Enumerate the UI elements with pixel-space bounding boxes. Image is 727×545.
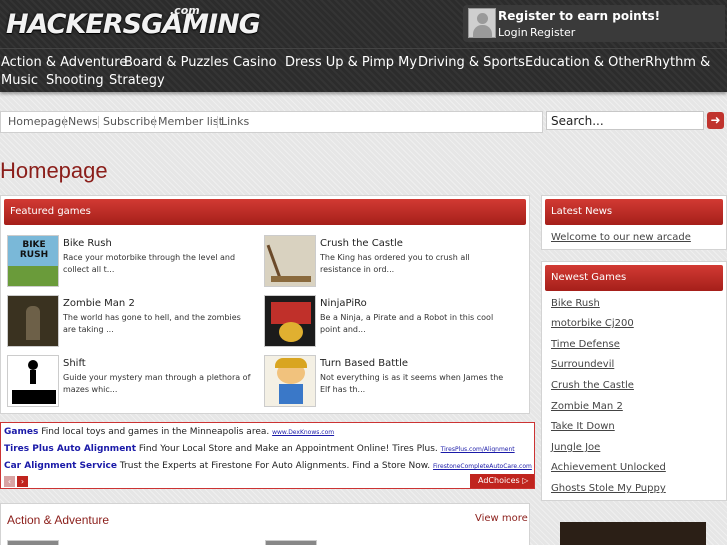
ad-text: Find local toys and games in the Minneap… xyxy=(41,427,270,437)
nav-rhythm[interactable]: Rhythm & xyxy=(645,55,710,70)
ad-prev-button[interactable]: ‹ xyxy=(4,476,15,487)
shift-thumbnail[interactable] xyxy=(7,355,59,407)
game-description: Guide your mystery man through a plethor… xyxy=(63,373,251,394)
nav-action-adventure[interactable]: Action & Adventure xyxy=(1,55,127,70)
game-title[interactable]: Bike Rush xyxy=(63,238,112,249)
subnav-news[interactable]: News xyxy=(68,115,98,128)
ad-text: Trust the Experts at Firestone For Auto … xyxy=(119,461,431,471)
search-input[interactable] xyxy=(546,111,704,130)
bike-rush-thumbnail[interactable]: BIKE RUSH xyxy=(7,235,59,287)
featured-game-ninjapiro[interactable]: NinjaPiRo Be a Ninja, a Pirate and a Rob… xyxy=(258,295,508,350)
featured-game-zombie-man-2[interactable]: Zombie Man 2 The world has gone to hell,… xyxy=(1,295,251,350)
category-nav: Action & Adventure Board & Puzzles Casin… xyxy=(0,48,727,92)
latest-news-panel: Latest News Welcome to our new arcade xyxy=(541,195,727,250)
sub-navigation: Homepage News Subscribe Member list Link… xyxy=(0,111,543,133)
featured-game-bike-rush[interactable]: BIKE RUSH Bike Rush Race your motorbike … xyxy=(1,235,251,290)
game-title[interactable]: Turn Based Battle xyxy=(320,358,408,369)
newest-game-link[interactable]: Jungle Joe xyxy=(551,442,600,453)
nav-shooting[interactable]: Shooting xyxy=(46,73,104,88)
newest-games-panel: Newest Games Bike Rush motorbike Cj200 T… xyxy=(541,261,727,501)
newest-game-link[interactable]: Zombie Man 2 xyxy=(551,401,623,412)
sidebar-ad-image[interactable] xyxy=(560,522,706,545)
ad-next-button[interactable]: › xyxy=(17,476,28,487)
subnav-subscribe[interactable]: Subscribe xyxy=(103,115,157,128)
game-description: Race your motorbike through the level an… xyxy=(63,253,236,274)
game-title[interactable]: Shift xyxy=(63,358,86,369)
featured-games-panel: Featured games BIKE RUSH Bike Rush Race … xyxy=(0,195,530,414)
news-link[interactable]: Welcome to our new arcade xyxy=(551,232,691,243)
subnav-links[interactable]: Links xyxy=(221,115,249,128)
newest-games-title: Newest Games xyxy=(551,272,627,283)
newest-game-link[interactable]: Achievement Unlocked xyxy=(551,462,666,473)
adchoices-badge[interactable]: AdChoices ▷ xyxy=(470,474,534,488)
nav-dress-up[interactable]: Dress Up & Pimp My xyxy=(285,55,417,70)
game-description: The world has gone to hell, and the zomb… xyxy=(63,313,241,334)
turn-based-battle-thumbnail[interactable] xyxy=(264,355,316,407)
newest-games-header: Newest Games xyxy=(545,265,723,291)
newest-game-link[interactable]: Bike Rush xyxy=(551,298,600,309)
ad-title[interactable]: Car Alignment Service xyxy=(4,461,117,471)
featured-games-title: Featured games xyxy=(10,206,91,217)
subnav-member-list[interactable]: Member list xyxy=(158,115,223,128)
nav-education-other[interactable]: Education & Other xyxy=(525,55,645,70)
subnav-homepage[interactable]: Homepage xyxy=(8,115,68,128)
ad-unit: Games Find local toys and games in the M… xyxy=(0,422,535,489)
login-link[interactable]: Login xyxy=(498,26,528,39)
featured-game-turn-based-battle[interactable]: Turn Based Battle Not everything is as i… xyxy=(258,355,508,410)
ad-row[interactable]: Tires Plus Auto Alignment Find Your Loca… xyxy=(4,444,515,454)
featured-game-shift[interactable]: Shift Guide your mystery man through a p… xyxy=(1,355,251,410)
newest-game-link[interactable]: motorbike Cj200 xyxy=(551,318,634,329)
game-thumbnail[interactable] xyxy=(7,540,59,545)
newest-game-link[interactable]: Surroundevil xyxy=(551,359,614,370)
nav-music[interactable]: Music xyxy=(1,73,38,88)
ad-url[interactable]: www.DexKnows.com xyxy=(272,429,334,436)
nav-strategy[interactable]: Strategy xyxy=(109,73,165,88)
game-description: Not everything is as it seems when James… xyxy=(320,373,504,394)
user-silhouette-icon xyxy=(468,8,496,38)
nav-driving-sports[interactable]: Driving & Sports xyxy=(418,55,525,70)
arrow-right-icon[interactable]: ➜ xyxy=(707,112,724,129)
bike-rush-thumb-text: BIKE RUSH xyxy=(19,240,49,260)
ad-row[interactable]: Games Find local toys and games in the M… xyxy=(4,427,334,437)
featured-games-header: Featured games xyxy=(4,199,526,225)
game-title[interactable]: Crush the Castle xyxy=(320,238,403,249)
newest-game-link[interactable]: Time Defense xyxy=(551,339,620,350)
section-title: Action & Adventure xyxy=(7,513,110,527)
newest-game-link[interactable]: Take It Down xyxy=(551,421,615,432)
ninjapiro-thumbnail[interactable] xyxy=(264,295,316,347)
zombie-man-2-thumbnail[interactable] xyxy=(7,295,59,347)
game-description: The King has ordered you to crush all re… xyxy=(320,253,470,274)
newest-game-link[interactable]: Ghosts Stole My Puppy xyxy=(551,483,666,494)
ad-text: Find Your Local Store and Make an Appoin… xyxy=(138,444,438,454)
latest-news-title: Latest News xyxy=(551,206,613,217)
ad-url[interactable]: FirestoneCompleteAutoCare.com xyxy=(433,463,532,470)
ad-row[interactable]: Car Alignment Service Trust the Experts … xyxy=(4,461,532,471)
crush-the-castle-thumbnail[interactable] xyxy=(264,235,316,287)
ad-title[interactable]: Tires Plus Auto Alignment xyxy=(4,444,136,454)
latest-news-header: Latest News xyxy=(545,199,723,225)
game-description: Be a Ninja, a Pirate and a Robot in this… xyxy=(320,313,494,334)
view-more-link[interactable]: View more xyxy=(475,513,528,524)
page-title: Homepage xyxy=(0,158,108,183)
ad-url[interactable]: TiresPlus.com/Alignment xyxy=(441,446,515,453)
register-promo-title: Register to earn points! xyxy=(498,9,661,23)
game-title[interactable]: Zombie Man 2 xyxy=(63,298,135,309)
game-title[interactable]: NinjaPiRo xyxy=(320,298,367,309)
game-thumbnail[interactable] xyxy=(265,540,317,545)
register-link[interactable]: Register xyxy=(530,26,575,39)
site-logo[interactable]: HACKERSGAMING xyxy=(6,9,261,40)
site-header: HACKERSGAMING .com Register to earn poin… xyxy=(0,0,727,48)
nav-casino[interactable]: Casino xyxy=(233,55,277,70)
featured-game-crush-the-castle[interactable]: Crush the Castle The King has ordered yo… xyxy=(258,235,508,290)
logo-suffix: .com xyxy=(170,4,200,17)
nav-board-puzzles[interactable]: Board & Puzzles xyxy=(124,55,229,70)
action-adventure-panel: Action & Adventure View more xyxy=(0,503,530,545)
user-box: Register to earn points! Login Register xyxy=(463,5,725,42)
newest-game-link[interactable]: Crush the Castle xyxy=(551,380,634,391)
ad-title[interactable]: Games xyxy=(4,427,38,437)
